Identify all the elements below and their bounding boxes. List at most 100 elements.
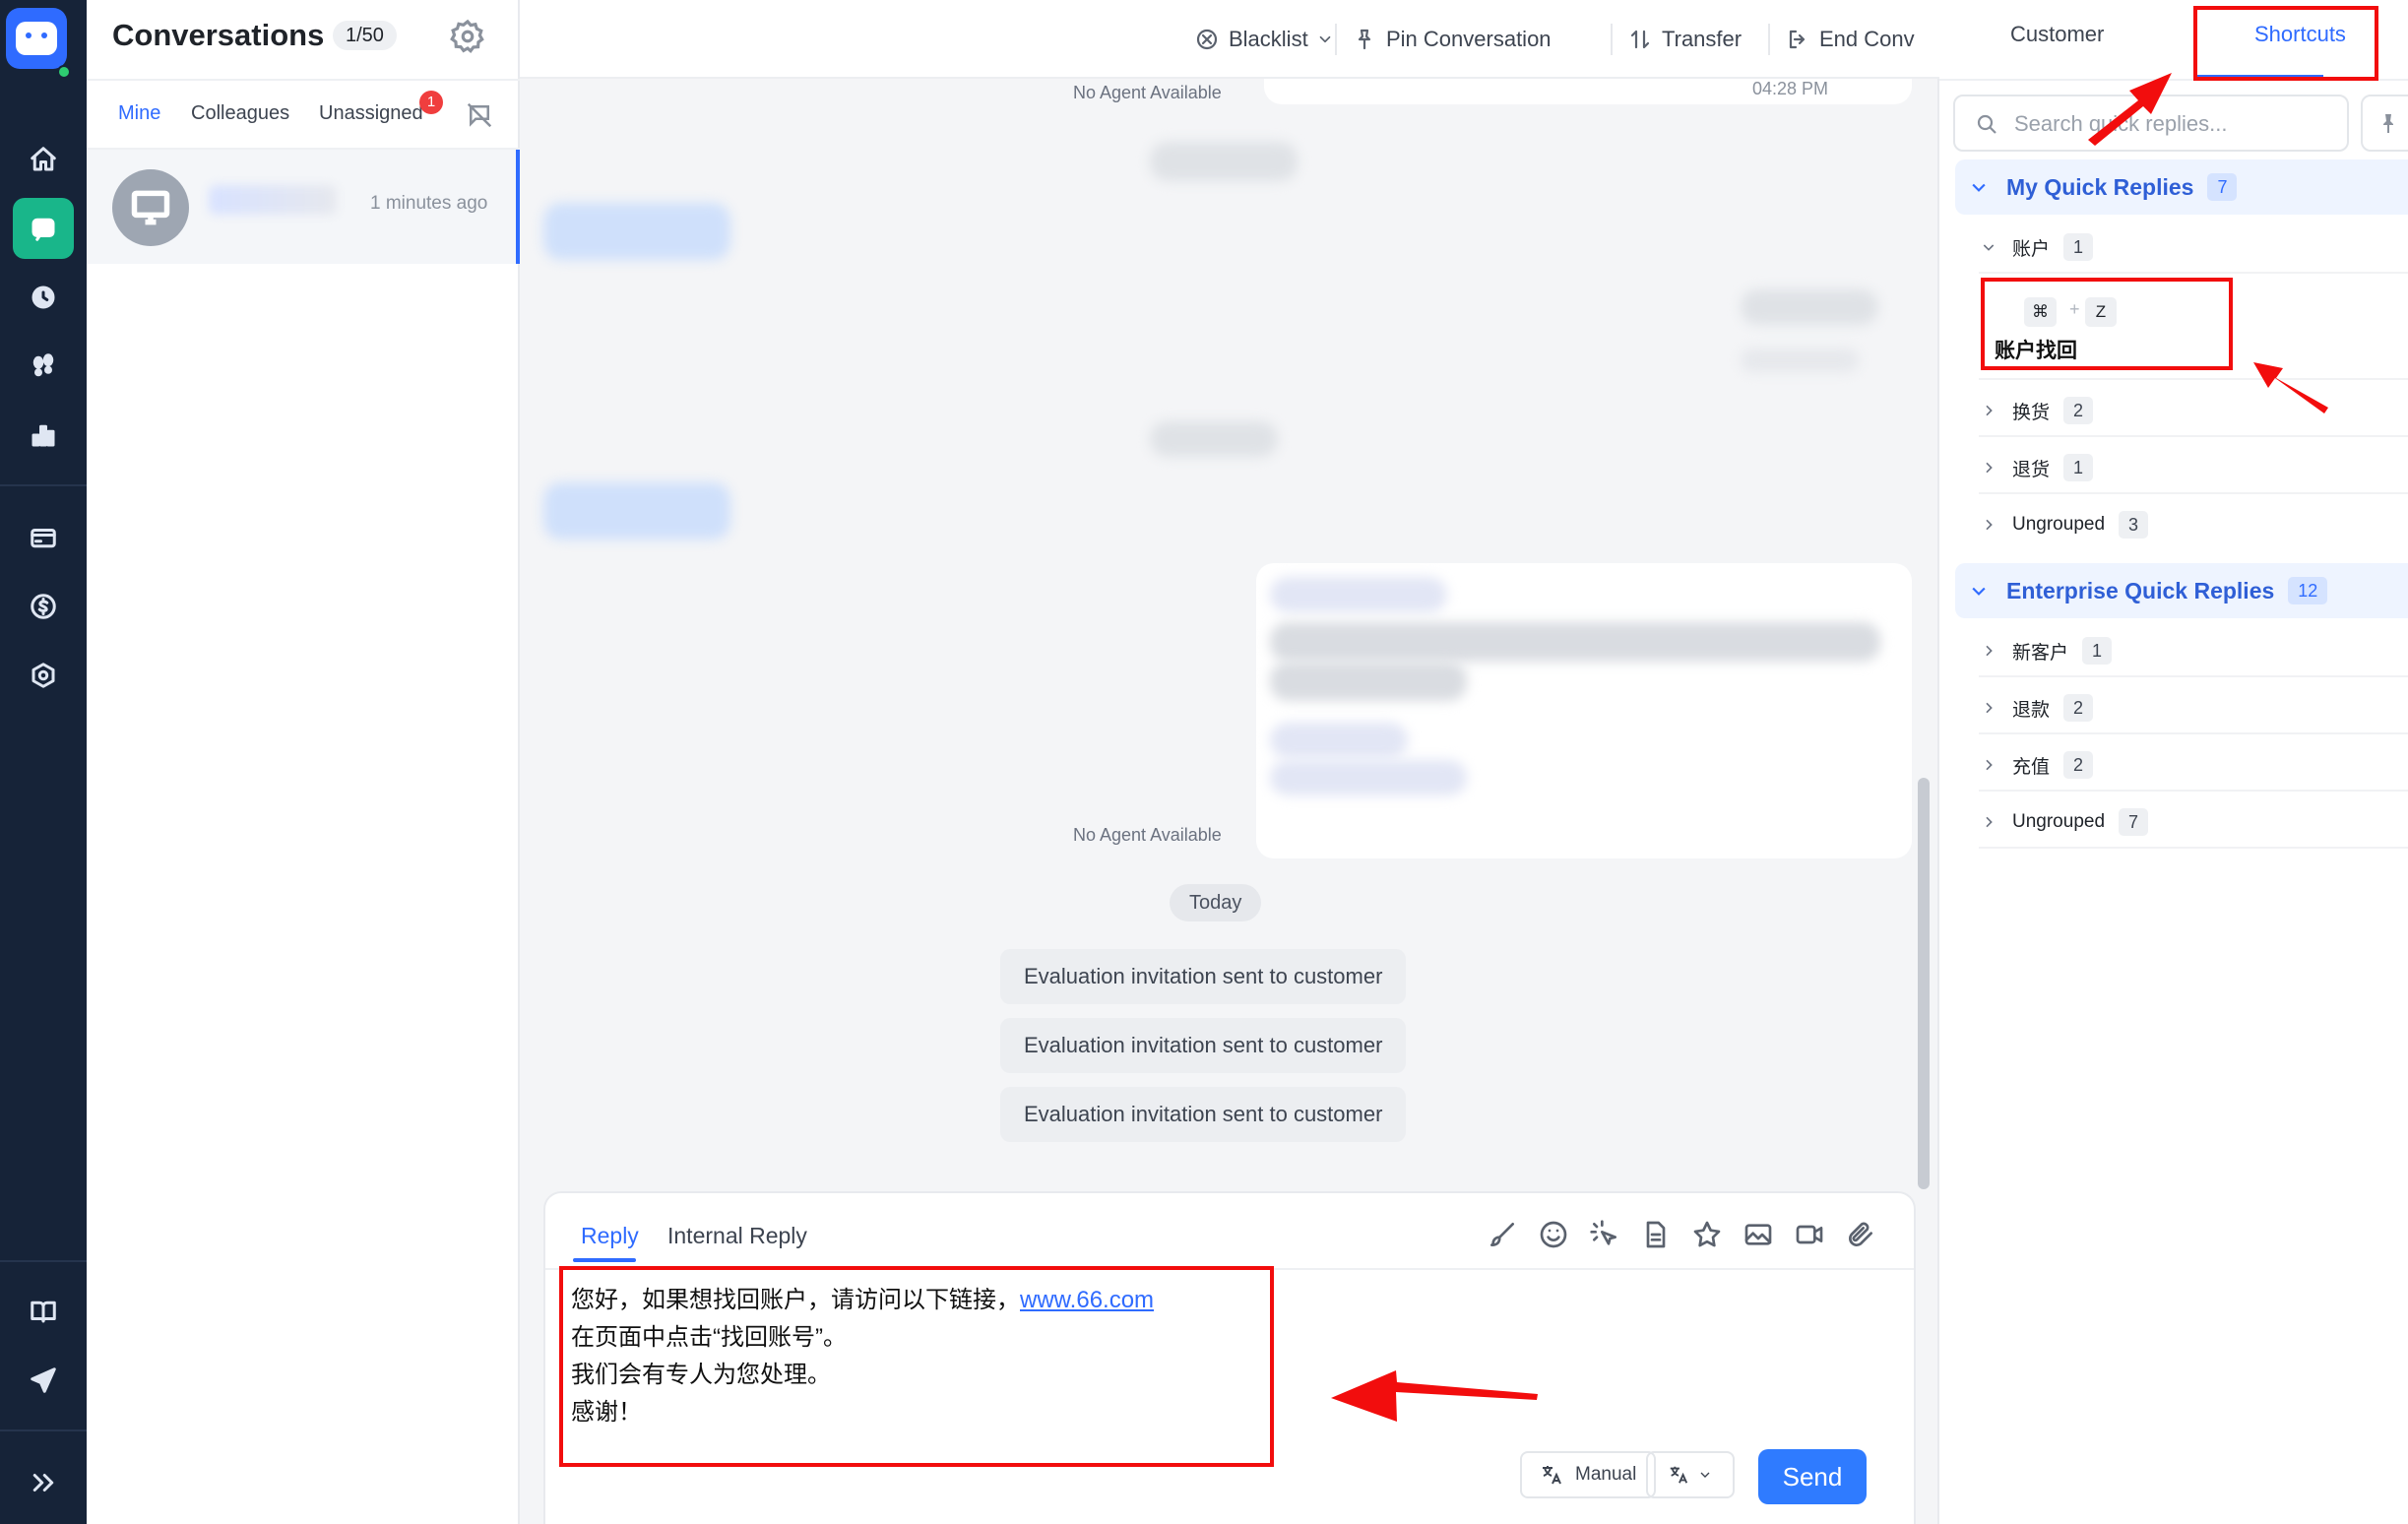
toolbar-divider: [1335, 24, 1337, 55]
quick-reply-search[interactable]: [1953, 95, 2349, 152]
exit-icon: [1789, 30, 1806, 49]
expand-icon[interactable]: [0, 1453, 87, 1512]
highlight-box-quick-reply: [1981, 278, 2233, 370]
folder-return[interactable]: 退货 1: [1979, 443, 2408, 492]
blurred-content: [1270, 723, 1408, 758]
conversations-title: Conversations: [112, 18, 325, 52]
attachment-icon[interactable]: [1845, 1219, 1876, 1250]
folder-ungrouped[interactable]: Ungrouped 3: [1979, 500, 2408, 549]
dollar-icon[interactable]: [0, 577, 87, 636]
stats-icon[interactable]: [0, 406, 87, 465]
chat-icon[interactable]: [0, 198, 87, 259]
folder-new-customer[interactable]: 新客户 1: [1979, 626, 2408, 675]
blurred-message: [1741, 289, 1878, 325]
pin-icon: [2383, 114, 2393, 133]
system-event: Evaluation invitation sent to customer: [1000, 1018, 1407, 1073]
conversation-list-item[interactable]: 1 minutes ago: [87, 150, 520, 264]
transfer-button[interactable]: Transfer: [1628, 20, 1742, 59]
folder-name: 退款: [2012, 699, 2051, 721]
conversation-count-badge: 1/50: [333, 21, 397, 50]
home-icon[interactable]: [0, 130, 87, 189]
transfer-icon: [1630, 30, 1650, 49]
chevron-down-icon: [1700, 1472, 1710, 1478]
blurred-content: [1270, 662, 1467, 701]
app-logo[interactable]: [6, 8, 71, 79]
tab-customer[interactable]: Customer: [2010, 22, 2104, 47]
folder-name: Ungrouped: [2012, 514, 2106, 535]
chevron-down-icon: [1983, 244, 1995, 251]
pin-conversation-label: Pin Conversation: [1386, 27, 1552, 51]
image-icon[interactable]: [1743, 1219, 1774, 1250]
chevron-down-icon: [1972, 183, 1986, 192]
system-status-text: No Agent Available: [1073, 83, 1222, 102]
group-count: 7: [2207, 173, 2238, 201]
blacklist-button[interactable]: Blacklist: [1195, 20, 1334, 59]
end-conversation-button[interactable]: End Conv: [1786, 20, 1915, 59]
chat-scrollbar[interactable]: [1918, 778, 1930, 1189]
folder-name: 充值: [2012, 756, 2051, 778]
folder-account[interactable]: 账户 1: [1979, 222, 2408, 272]
card-icon[interactable]: [0, 508, 87, 567]
date-divider: Today: [1170, 884, 1262, 921]
tab-internal-reply[interactable]: Internal Reply: [667, 1223, 807, 1249]
highlight-box-reply-text: [559, 1266, 1274, 1467]
robot-face-icon: [16, 22, 57, 55]
tab-mine[interactable]: Mine: [118, 102, 160, 125]
send-icon[interactable]: [0, 1351, 87, 1410]
folder-refund[interactable]: 退款 2: [1979, 683, 2408, 732]
header-divider: [87, 79, 520, 81]
highlight-box-shortcuts-tab: [2193, 6, 2378, 81]
monitor-icon: [131, 190, 170, 225]
block-icon: [1196, 29, 1218, 50]
composer-tools: [1487, 1219, 1876, 1250]
book-icon[interactable]: [0, 1282, 87, 1341]
folder-recharge[interactable]: 充值 2: [1979, 740, 2408, 790]
blurred-content: [1150, 421, 1278, 457]
folder-ungrouped[interactable]: Ungrouped 7: [1979, 797, 2408, 847]
group-name: Enterprise Quick Replies: [2006, 577, 2275, 603]
history-icon[interactable]: [0, 268, 87, 327]
system-event: Evaluation invitation sent to customer: [1000, 1087, 1407, 1142]
translate-icon: [1543, 1466, 1561, 1485]
rail-divider: [0, 484, 87, 486]
pin-conversation-button[interactable]: Pin Conversation: [1353, 20, 1552, 59]
translate-language-select[interactable]: [1646, 1451, 1735, 1498]
blurred-message: [543, 482, 730, 540]
tab-unassigned[interactable]: Unassigned: [319, 102, 423, 125]
rail-divider: [0, 1429, 87, 1431]
video-icon[interactable]: [1794, 1219, 1825, 1250]
document-icon[interactable]: [1640, 1219, 1672, 1250]
toolbar-divider: [1611, 24, 1613, 55]
settings-hex-icon[interactable]: [0, 646, 87, 705]
magic-pointer-icon[interactable]: [1589, 1219, 1620, 1250]
tab-reply[interactable]: Reply: [581, 1223, 639, 1249]
rail-divider: [0, 1260, 87, 1262]
blurred-message: [543, 203, 730, 260]
chevron-down-icon: [1319, 35, 1331, 43]
footprints-icon[interactable]: [0, 337, 87, 396]
end-conversation-label: End Conv: [1819, 27, 1915, 51]
pin-button[interactable]: [2361, 95, 2408, 152]
folder-count: 1: [2063, 233, 2094, 261]
brush-icon[interactable]: [1487, 1219, 1518, 1250]
group-my-quick-replies[interactable]: My Quick Replies 7: [1955, 159, 2408, 215]
folder-count: 2: [2063, 751, 2094, 779]
gear-icon[interactable]: [449, 18, 486, 55]
group-enterprise-quick-replies[interactable]: Enterprise Quick Replies 12: [1955, 563, 2408, 618]
chevron-right-icon: [1986, 759, 1993, 771]
folder-exchange[interactable]: 换货 2: [1979, 386, 2408, 435]
manual-translate-button[interactable]: Manual: [1520, 1451, 1657, 1498]
row-divider: [1979, 675, 2408, 677]
emoji-icon[interactable]: [1538, 1219, 1569, 1250]
nav-rail: [0, 0, 87, 1524]
tab-colleagues[interactable]: Colleagues: [191, 102, 289, 125]
send-button[interactable]: Send: [1758, 1449, 1867, 1504]
avatar: [112, 169, 189, 246]
blurred-content: [1150, 142, 1298, 181]
search-input[interactable]: [2014, 108, 2329, 140]
system-event: Evaluation invitation sent to customer: [1000, 949, 1407, 1004]
star-icon[interactable]: [1691, 1219, 1723, 1250]
row-divider: [1979, 378, 2408, 380]
row-divider: [1979, 732, 2408, 734]
notifications-off-icon[interactable]: [465, 100, 494, 130]
